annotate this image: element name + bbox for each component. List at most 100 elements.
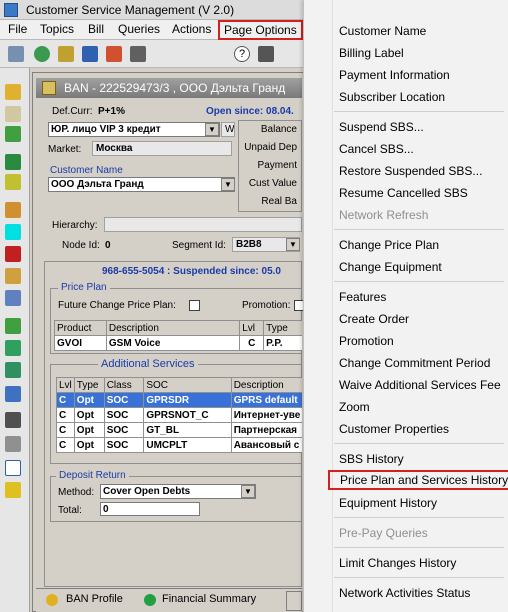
print-icon[interactable]	[8, 46, 24, 62]
bill-icon[interactable]	[106, 46, 122, 62]
customer-name-label: Customer Name	[50, 165, 123, 176]
network-icon[interactable]	[5, 482, 21, 498]
menu-item-customer-properties[interactable]: Customer Properties	[339, 422, 449, 436]
copy-icon[interactable]	[5, 362, 21, 378]
cyan-square-icon[interactable]	[5, 224, 21, 240]
save-icon[interactable]	[5, 412, 21, 428]
tab-financial-summary[interactable]: Financial Summary	[162, 593, 256, 605]
menu-item-restore-suspended-sbs[interactable]: Restore Suspended SBS...	[339, 164, 482, 178]
pencil-icon[interactable]	[5, 246, 21, 262]
menu-item-change-price-plan[interactable]: Change Price Plan	[339, 238, 439, 252]
menu-item-payment-information[interactable]: Payment Information	[339, 68, 450, 82]
table-row[interactable]: C Opt SOC UMCPLT Авансовый с	[56, 437, 302, 453]
balance-label: Balance	[260, 124, 297, 135]
chevron-down-icon[interactable]: ▼	[241, 485, 255, 498]
refresh-icon[interactable]	[34, 46, 50, 62]
promotion-label: Promotion:	[242, 300, 291, 311]
menu-page-options[interactable]: Page Options	[218, 20, 303, 40]
chevron-down-icon[interactable]: ▼	[221, 178, 235, 191]
menu-file[interactable]: File	[6, 22, 29, 36]
menu-item-billing-label[interactable]: Billing Label	[339, 46, 404, 60]
col-soc[interactable]: SOC	[143, 377, 232, 393]
payment-label: Payment	[257, 160, 297, 171]
tab-subscriber[interactable]	[286, 591, 302, 611]
w-field: W	[221, 122, 235, 137]
total-field[interactable]: 0	[100, 502, 200, 516]
menu-item-create-order[interactable]: Create Order	[339, 312, 409, 326]
total-label: Total:	[58, 505, 82, 516]
window-icon[interactable]	[5, 460, 21, 476]
menu-queries[interactable]: Queries	[116, 22, 162, 36]
col-lvl[interactable]: Lvl	[239, 320, 265, 336]
database-icon[interactable]	[5, 436, 21, 452]
page-icon[interactable]	[5, 318, 21, 334]
menu-item-customer-name[interactable]: Customer Name	[339, 24, 426, 38]
cell: Opt	[73, 422, 105, 438]
search-icon[interactable]	[58, 46, 74, 62]
col-lvl[interactable]: Lvl	[56, 377, 75, 393]
cell: Авансовый с	[230, 437, 302, 453]
col-description[interactable]: Description	[230, 377, 302, 393]
method-select[interactable]: Cover Open Debts	[100, 484, 256, 499]
ban-icon	[42, 81, 56, 95]
pp-description: GSM Voice	[105, 335, 241, 351]
menu-item-cancel-sbs[interactable]: Cancel SBS...	[339, 142, 414, 156]
future-change-label: Future Change Price Plan:	[58, 300, 176, 311]
price-plan-title: Price Plan	[58, 282, 110, 293]
table-row[interactable]: C Opt SOC GT_BL Партнерская	[56, 422, 302, 438]
transfer-icon[interactable]	[5, 290, 21, 306]
menu-topics[interactable]: Topics	[38, 22, 76, 36]
future-change-checkbox[interactable]	[189, 300, 200, 311]
document-icon[interactable]	[5, 106, 21, 122]
menu-item-zoom[interactable]: Zoom	[339, 400, 370, 414]
menu-bill[interactable]: Bill	[86, 22, 106, 36]
method-label: Method:	[58, 487, 95, 498]
settings-icon[interactable]	[130, 46, 146, 62]
chevron-down-icon[interactable]: ▼	[205, 123, 219, 136]
table-row[interactable]: GVOI GSM Voice C P.P.	[54, 335, 302, 351]
help-icon[interactable]: ?	[234, 46, 250, 62]
customer-icon[interactable]	[82, 46, 98, 62]
table-row[interactable]: C Opt SOC GPRSNOT_C Интернет-уве	[56, 407, 302, 423]
menu-item-features[interactable]: Features	[339, 290, 386, 304]
col-description[interactable]: Description	[105, 320, 241, 336]
menu-item-change-equipment[interactable]: Change Equipment	[339, 260, 442, 274]
list-icon[interactable]	[5, 202, 21, 218]
menu-item-waive-additional-services-fee[interactable]: Waive Additional Services Fee	[339, 378, 501, 392]
additional-services-table: Lvl Type Class SOC Description C Opt SOC…	[56, 377, 302, 453]
account-type-select[interactable]: ЮР. лицо VIP 3 кредит	[48, 122, 220, 137]
menu-item-price-plan-and-services-history[interactable]: Price Plan and Services History	[328, 470, 508, 490]
table-icon[interactable]	[5, 154, 21, 170]
open-since: Open since: 08.04.	[206, 106, 294, 117]
menu-actions[interactable]: Actions	[170, 22, 213, 36]
menu-item-limit-changes-history[interactable]: Limit Changes History	[339, 556, 456, 570]
menu-item-change-commitment-period[interactable]: Change Commitment Period	[339, 356, 490, 370]
menu-item-resume-cancelled-sbs[interactable]: Resume Cancelled SBS	[339, 186, 468, 200]
col-type[interactable]: Type	[263, 320, 302, 336]
edit-icon[interactable]	[5, 268, 21, 284]
market-value: Москва	[92, 141, 232, 156]
folder-icon[interactable]	[5, 84, 21, 100]
menu-item-promotion[interactable]: Promotion	[339, 334, 394, 348]
pages-icon[interactable]	[5, 340, 21, 356]
exit-icon[interactable]	[258, 46, 274, 62]
def-curr-label: Def.Curr:	[52, 106, 93, 117]
col-class[interactable]: Class	[103, 377, 145, 393]
lines-icon[interactable]	[5, 386, 21, 402]
menu-item-equipment-history[interactable]: Equipment History	[339, 496, 437, 510]
customer-name-field[interactable]: ООО Дэльта Гранд	[48, 177, 235, 192]
arrow-icon[interactable]	[5, 126, 21, 142]
chevron-down-icon[interactable]: ▼	[286, 238, 300, 251]
menu-item-sbs-history[interactable]: SBS History	[339, 452, 404, 466]
col-product[interactable]: Product	[54, 320, 107, 336]
additional-services-title: Additional Services	[98, 358, 198, 370]
phone-icon[interactable]	[5, 174, 21, 190]
menu-separator	[334, 517, 504, 518]
tab-ban-profile[interactable]: BAN Profile	[66, 593, 123, 605]
col-type[interactable]: Type	[73, 377, 105, 393]
menu-item-suspend-sbs[interactable]: Suspend SBS...	[339, 120, 424, 134]
menu-gutter	[332, 0, 333, 612]
table-row[interactable]: C Opt SOC GPRSDR GPRS default	[56, 392, 302, 408]
menu-item-subscriber-location[interactable]: Subscriber Location	[339, 90, 445, 104]
menu-item-network-activities-status[interactable]: Network Activities Status	[339, 586, 470, 600]
